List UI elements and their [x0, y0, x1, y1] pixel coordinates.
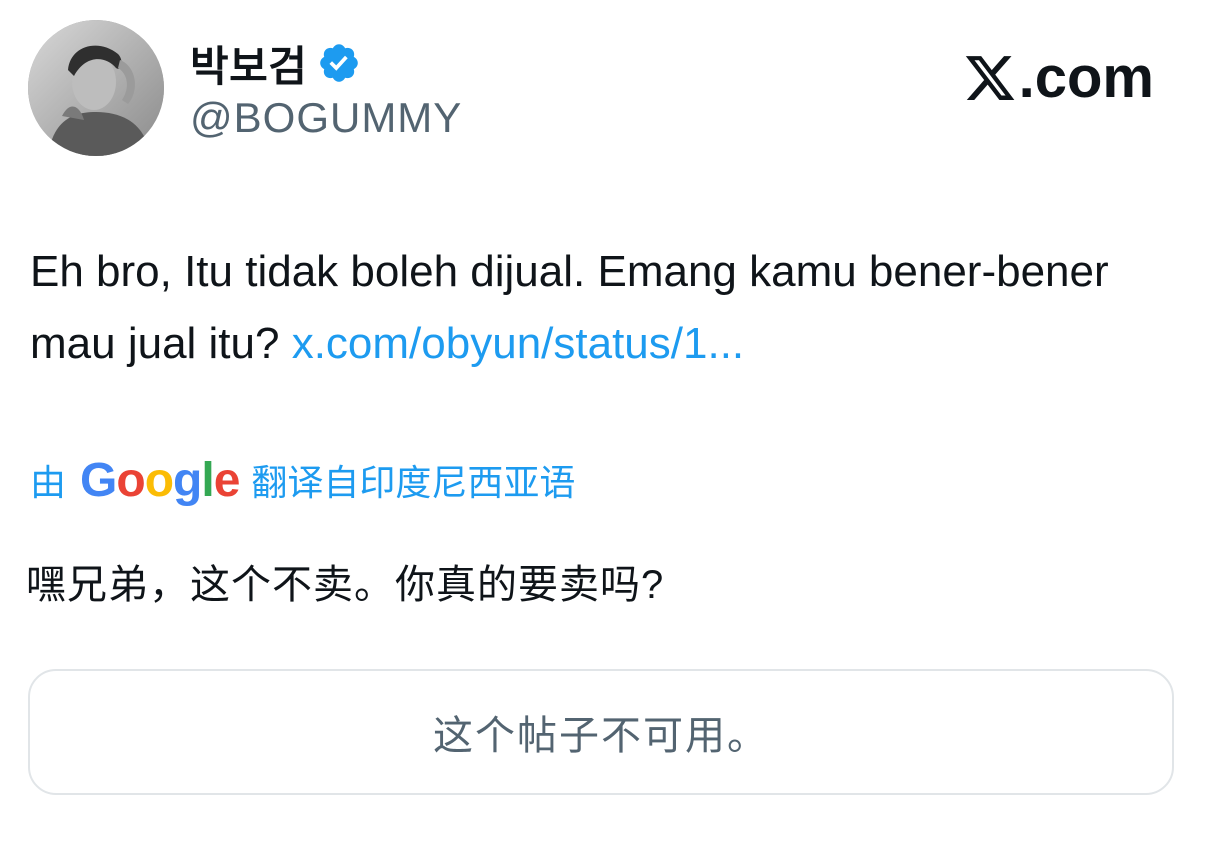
author-handle[interactable]: @BOGUMMY [190, 94, 462, 142]
translated-by-prefix: 由 [30, 462, 67, 503]
google-logo-letter: g [173, 453, 202, 507]
x-logo-text: .com [1018, 45, 1154, 110]
google-logo-letter: o [116, 453, 145, 507]
name-row: 박보검 [190, 38, 462, 90]
translated-by-suffix: 翻译自印度尼西亚语 [251, 462, 576, 503]
x-com-logo: .com [963, 44, 1154, 111]
google-logo: Google [80, 453, 241, 508]
profile-photo-icon [28, 20, 164, 156]
author-avatar[interactable] [28, 20, 164, 156]
x-logo-icon [965, 55, 1014, 100]
display-name[interactable]: 박보검 [190, 33, 307, 94]
quoted-post-card[interactable]: 这个帖子不可用。 [28, 669, 1174, 795]
tweet-body: Eh bro, Itu tidak boleh dijual. Emang ka… [30, 236, 1180, 380]
translated-text: 嘿兄弟，这个不卖。你真的要卖吗? [26, 563, 665, 607]
google-logo-letter: o [144, 453, 174, 507]
translated-by-row[interactable]: 由 Google 翻译自印度尼西亚语 [30, 450, 575, 510]
google-logo-letter: G [80, 453, 117, 507]
tweet-header: 박보검 @BOGUMMY .com [28, 20, 1178, 160]
author-info: 박보검 @BOGUMMY [190, 38, 462, 142]
tweet-link[interactable]: x.com/obyun/status/1... [292, 319, 744, 368]
google-logo-letter: l [201, 453, 214, 507]
post-unavailable-text: 这个帖子不可用。 [433, 714, 769, 758]
google-logo-letter: e [213, 453, 241, 507]
verified-badge-icon [317, 41, 361, 85]
